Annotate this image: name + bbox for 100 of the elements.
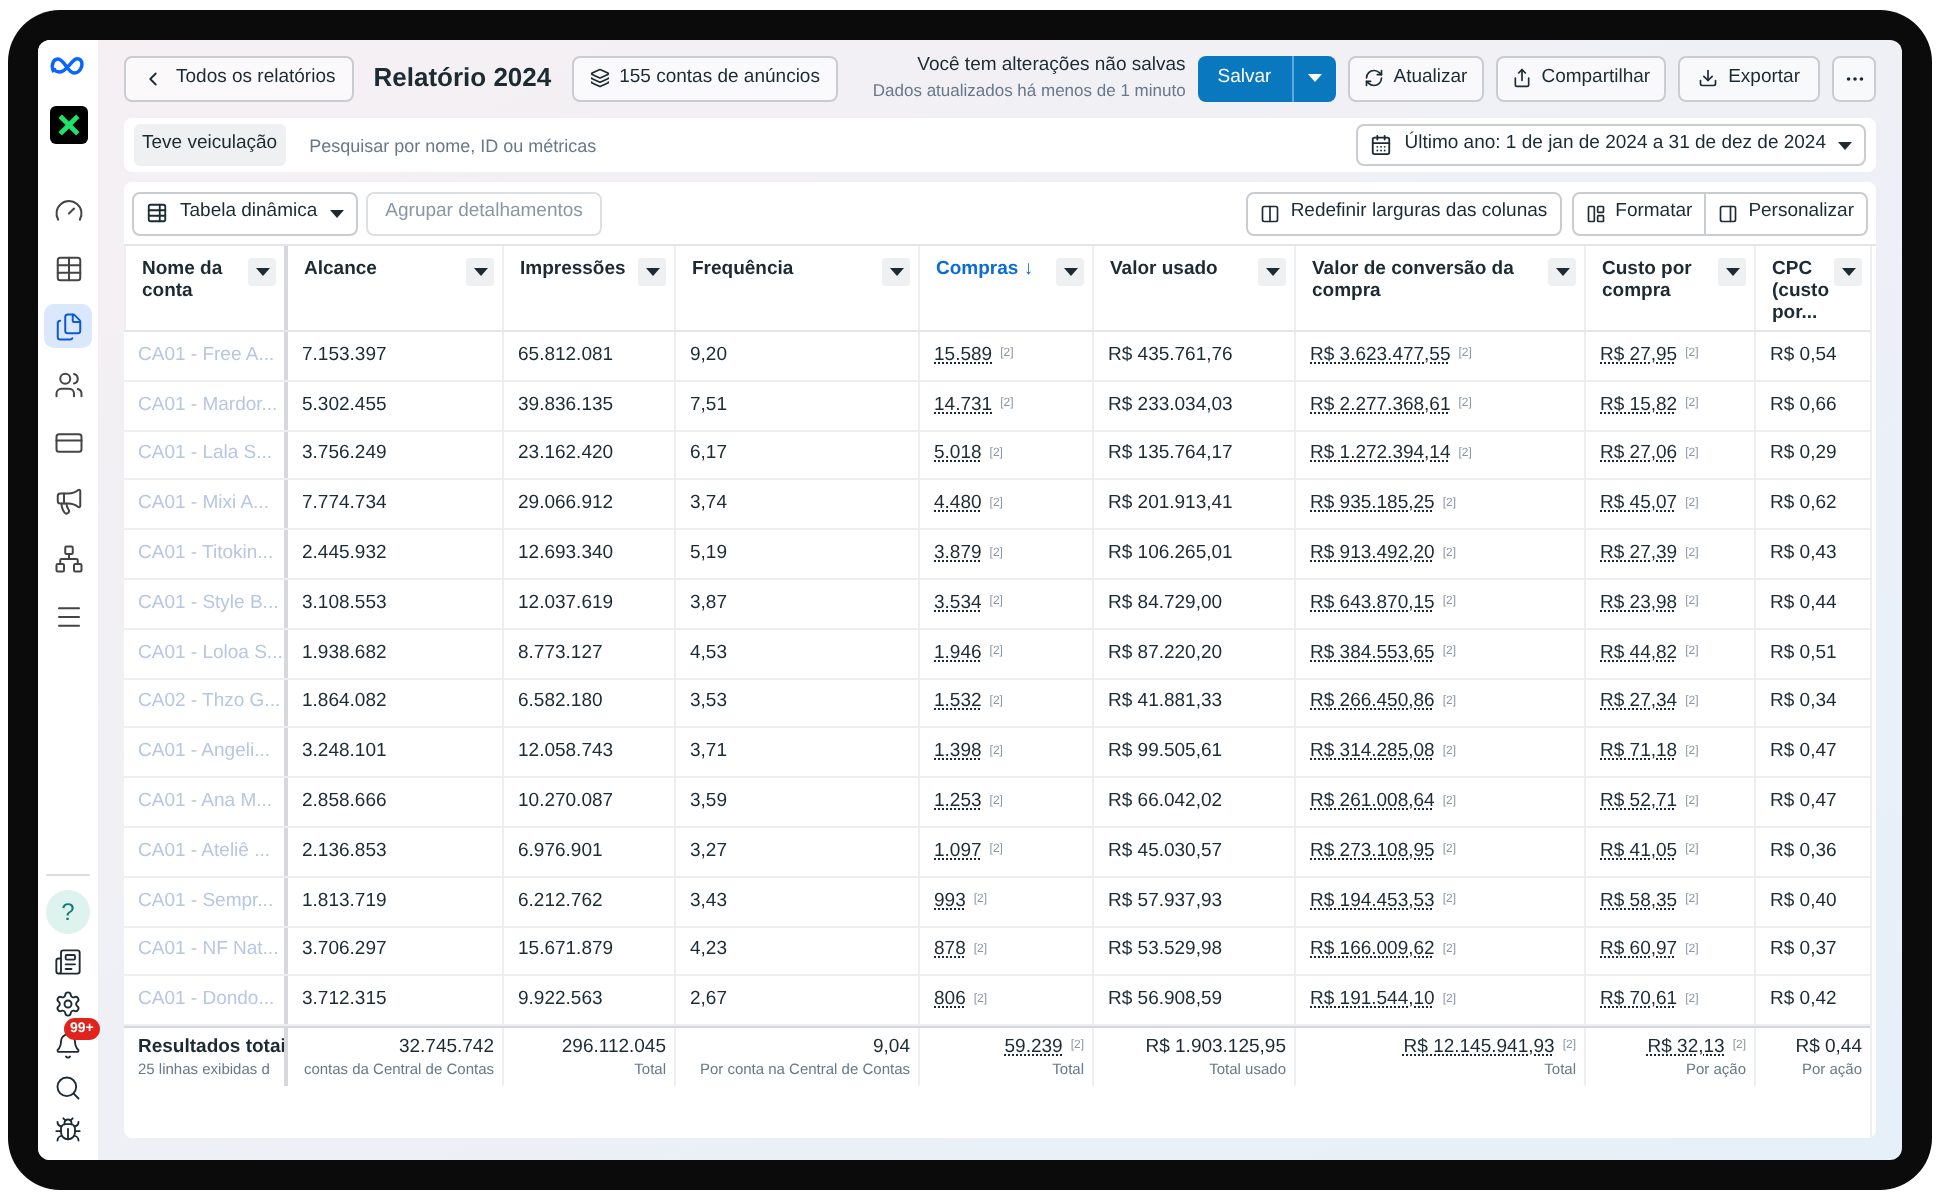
column-header[interactable]: Compras ↓: [918, 246, 1092, 330]
table-cell-link[interactable]: R$ 266.450,86: [1310, 688, 1435, 718]
customize-button[interactable]: Personalizar: [1706, 191, 1868, 235]
total-link[interactable]: R$ 32,13: [1647, 1035, 1725, 1058]
table-cell-link[interactable]: R$ 194.453,53: [1310, 887, 1435, 916]
back-button[interactable]: Todos os relatórios: [124, 55, 354, 101]
table-cell-link[interactable]: 3.534: [934, 589, 982, 618]
table-cell-link[interactable]: 993: [934, 887, 966, 916]
column-header[interactable]: Custo por compra: [1584, 246, 1754, 330]
table-cell-link[interactable]: R$ 52,71: [1600, 787, 1678, 817]
table-cell: 7,51: [690, 391, 727, 420]
total-value: R$ 1.903.125,95: [1145, 1035, 1286, 1058]
column-header[interactable]: Frequência: [674, 246, 918, 330]
table-cell-link[interactable]: R$ 643.870,15: [1310, 589, 1435, 618]
reset-widths-button[interactable]: Redefinir larguras das colunas: [1246, 191, 1562, 235]
total-value: 32.745.742: [398, 1035, 494, 1058]
accounts-button[interactable]: 155 contas de anúncios: [571, 55, 838, 101]
app-icon[interactable]: [49, 106, 87, 144]
table-cell-link[interactable]: 1.532: [934, 688, 982, 718]
gauge-icon: [53, 195, 83, 225]
table-cell-link[interactable]: 806: [934, 986, 966, 1015]
column-header[interactable]: Impressões: [502, 246, 674, 330]
table-cell-link[interactable]: R$ 166.009,62: [1310, 936, 1435, 966]
table-cell-link[interactable]: 1.253: [934, 787, 982, 817]
export-button[interactable]: Exportar: [1678, 55, 1820, 101]
sidebar-item[interactable]: [44, 304, 92, 348]
table-cell-text: 3.756.249: [302, 440, 387, 469]
save-options-button[interactable]: [1291, 55, 1336, 101]
table-cell-link[interactable]: 3.879: [934, 539, 982, 569]
news-icon[interactable]: [54, 948, 82, 976]
table-cell-link[interactable]: R$ 27,34: [1600, 688, 1678, 718]
table-cell-link[interactable]: R$ 23,98: [1600, 589, 1678, 618]
save-button[interactable]: Salvar: [1197, 55, 1292, 101]
table-cell-text: R$ 0,37: [1770, 936, 1837, 965]
table-cell-link[interactable]: R$ 44,82: [1600, 639, 1678, 668]
table-cell-link[interactable]: 5.018: [934, 440, 982, 470]
table-cell: 4,53: [690, 639, 727, 668]
table-cell-link[interactable]: R$ 41,05: [1600, 837, 1678, 866]
column-header[interactable]: Valor usado: [1092, 246, 1294, 330]
table-cell-link[interactable]: 1.097: [934, 837, 982, 866]
date-range-button[interactable]: Último ano: 1 de jan de 2024 a 31 de dez de 2024: [1356, 124, 1866, 166]
settings-icon[interactable]: [54, 990, 82, 1018]
table-cell-link[interactable]: R$ 45,07: [1600, 490, 1678, 519]
table-cell: 12.037.619: [518, 589, 614, 618]
table-cell: 3,71: [690, 738, 727, 767]
help-button[interactable]: ?: [46, 890, 90, 934]
column-header[interactable]: Valor de conversão da compra: [1294, 246, 1584, 330]
table-cell-text: R$ 0,34: [1770, 688, 1837, 717]
format-button[interactable]: Formatar: [1571, 191, 1707, 235]
total-link[interactable]: 59.239: [1004, 1035, 1063, 1058]
table-cell-link[interactable]: 4.480: [934, 490, 982, 519]
table-cell-text: 3,53: [690, 688, 727, 717]
view-select[interactable]: Tabela dinâmica: [132, 191, 358, 235]
table-cell-link[interactable]: R$ 273.108,95: [1310, 837, 1435, 866]
column-header[interactable]: Nome da conta: [124, 246, 284, 330]
table-cell-link[interactable]: R$ 58,35: [1600, 887, 1678, 916]
table-cell-link[interactable]: R$ 384.553,65: [1310, 639, 1435, 668]
table-cell-link[interactable]: R$ 935.185,25: [1310, 490, 1435, 519]
table-cell-link[interactable]: R$ 27,95: [1600, 341, 1678, 371]
table-cell-link[interactable]: R$ 60,97: [1600, 936, 1678, 966]
table-cell-link[interactable]: R$ 261.008,64: [1310, 787, 1435, 817]
pivot-table-icon: [146, 202, 168, 224]
table-cell-link[interactable]: R$ 2.277.368,61: [1310, 391, 1451, 420]
search-icon[interactable]: [54, 1074, 82, 1102]
table-cell-link[interactable]: R$ 27,06: [1600, 440, 1678, 470]
table-cell-link[interactable]: R$ 15,82: [1600, 391, 1678, 420]
search-bar[interactable]: Teve veiculação Pesquisar por nome, ID ou métricas Último ano: 1 de jan de 2024 a 31 de dez de 2024: [124, 118, 1876, 172]
bug-icon[interactable]: [54, 1116, 82, 1144]
table-cell-link[interactable]: R$ 3.623.477,55: [1310, 341, 1451, 371]
table-cell-link[interactable]: 1.398: [934, 738, 982, 767]
share-button[interactable]: Compartilhar: [1495, 55, 1667, 101]
table-cell-link[interactable]: R$ 1.272.394,14: [1310, 440, 1451, 470]
table-cell-link[interactable]: R$ 191.544,10: [1310, 986, 1435, 1015]
logo-icon: [50, 56, 86, 76]
table-cell-link[interactable]: 1.946: [934, 639, 982, 668]
table-cell: R$ 56.908,59: [1108, 986, 1223, 1015]
totals-title: Resultados totai: [138, 1035, 284, 1058]
caret-icon: [1265, 268, 1279, 276]
table-cell-link[interactable]: R$ 913.492,20: [1310, 539, 1435, 569]
table-cell-text: 12.693.340: [518, 539, 614, 568]
table-cell-link[interactable]: R$ 27,39: [1600, 539, 1678, 569]
refresh-button[interactable]: Atualizar: [1347, 55, 1484, 101]
updated-message: Dados atualizados há menos de 1 minuto: [872, 78, 1186, 102]
table-cell: 39.836.135: [518, 391, 614, 420]
bell-icon[interactable]: [54, 1032, 82, 1060]
column-header[interactable]: CPC (custo por...: [1754, 246, 1870, 330]
table-cell-link[interactable]: R$ 314.285,08: [1310, 738, 1435, 767]
table-cell: 3.712.315: [302, 986, 387, 1015]
filter-chip[interactable]: Teve veiculação: [134, 124, 286, 166]
table-cell-link[interactable]: 878: [934, 936, 966, 966]
report-title: Relatório 2024: [373, 60, 552, 97]
table-cell: 5.302.455: [302, 391, 387, 420]
total-link[interactable]: R$ 12.145.941,93: [1403, 1035, 1555, 1058]
table-cell-text: R$ 66.042,02: [1108, 787, 1223, 816]
table-cell-link[interactable]: R$ 70,61: [1600, 986, 1678, 1015]
table-cell-link[interactable]: 15.589: [934, 341, 993, 371]
table-cell: 2.136.853: [302, 837, 387, 866]
column-header[interactable]: Alcance: [284, 246, 502, 330]
table-cell-link[interactable]: R$ 71,18: [1600, 738, 1678, 767]
table-cell-link[interactable]: 14.731: [934, 391, 993, 420]
